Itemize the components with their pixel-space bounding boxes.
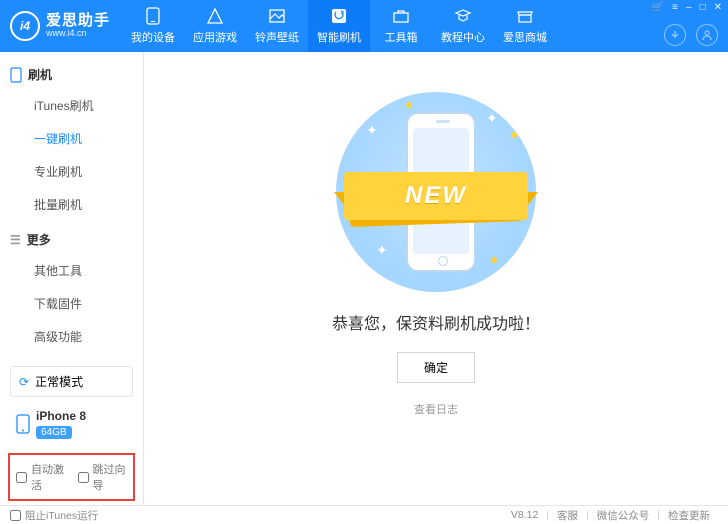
customer-service-link[interactable]: 客服 [557,508,578,523]
wechat-link[interactable]: 微信公众号 [597,508,650,523]
sidebar-item-oneclick-flash[interactable]: 一键刷机 [0,122,143,155]
sidebar-item-itunes-flash[interactable]: iTunes刷机 [0,89,143,122]
wallpaper-icon [267,7,287,25]
sidebar-item-batch-flash[interactable]: 批量刷机 [0,188,143,221]
sidebar-section-flash: 刷机 [0,60,143,89]
check-update-link[interactable]: 检查更新 [668,508,710,523]
block-itunes-checkbox[interactable]: 阻止iTunes运行 [10,508,98,523]
user-button[interactable] [696,24,718,46]
device-info[interactable]: iPhone 8 64GB [10,405,133,443]
options-highlight-box: 自动激活 跳过向导 [8,453,135,501]
view-log-link[interactable]: 查看日志 [414,401,458,417]
sidebar-section-more: ☰ 更多 [0,225,143,254]
toolbox-icon [391,7,411,25]
status-bar: 阻止iTunes运行 V8.12 | 客服 | 微信公众号 | 检查更新 [0,505,728,524]
phone-icon [143,7,163,25]
nav-toolbox[interactable]: 工具箱 [370,0,432,52]
nav-tutorials[interactable]: 教程中心 [432,0,494,52]
sidebar-item-download-firmware[interactable]: 下载固件 [0,287,143,320]
nav-store[interactable]: 爱思商城 [494,0,556,52]
mode-selector[interactable]: ⟳ 正常模式 [10,366,133,397]
sidebar: 刷机 iTunes刷机 一键刷机 专业刷机 批量刷机 ☰ 更多 其他工具 下载固… [0,52,144,505]
skip-guide-checkbox[interactable]: 跳过向导 [78,461,128,493]
nav-ringtones[interactable]: 铃声壁纸 [246,0,308,52]
list-icon: ☰ [10,233,21,247]
minimize-button[interactable]: – [686,2,692,13]
top-nav: 我的设备 应用游戏 铃声壁纸 智能刷机 工具箱 教程中心 爱思商城 [122,0,556,52]
nav-apps[interactable]: 应用游戏 [184,0,246,52]
tutorial-icon [453,7,473,25]
new-ribbon: NEW [344,172,528,220]
sidebar-item-advanced[interactable]: 高级功能 [0,320,143,353]
device-icon [16,414,30,434]
flash-icon [329,7,349,25]
window-controls: 🛒 ≡ – □ ✕ [652,2,722,13]
logo: i4 爱思助手 www.i4.cn [0,11,122,41]
auto-activate-checkbox[interactable]: 自动激活 [16,461,66,493]
logo-icon: i4 [10,11,40,41]
refresh-icon: ⟳ [19,375,29,389]
cart-icon[interactable]: 🛒 [652,2,664,13]
storage-badge: 64GB [36,426,72,439]
nav-flash[interactable]: 智能刷机 [308,0,370,52]
download-button[interactable] [664,24,686,46]
maximize-button[interactable]: □ [700,2,706,13]
nav-my-device[interactable]: 我的设备 [122,0,184,52]
phone-outline-icon [10,67,22,83]
brand-url: www.i4.cn [46,29,110,39]
sidebar-item-other-tools[interactable]: 其他工具 [0,254,143,287]
version-label: V8.12 [511,509,538,521]
success-illustration: ✦ ✦ ✦ NEW [336,92,536,292]
app-header: i4 爱思助手 www.i4.cn 我的设备 应用游戏 铃声壁纸 智能刷机 工具… [0,0,728,52]
store-icon [515,7,535,25]
brand-name: 爱思助手 [46,13,110,30]
menu-icon[interactable]: ≡ [672,2,678,13]
main-content: ✦ ✦ ✦ NEW 恭喜您，保资料刷机成功啦！ 确定 查看日志 [144,52,728,505]
apps-icon [205,7,225,25]
sidebar-item-pro-flash[interactable]: 专业刷机 [0,155,143,188]
ok-button[interactable]: 确定 [397,352,475,383]
success-title: 恭喜您，保资料刷机成功啦！ [332,310,540,334]
device-name: iPhone 8 [36,409,86,423]
close-button[interactable]: ✕ [714,2,722,13]
